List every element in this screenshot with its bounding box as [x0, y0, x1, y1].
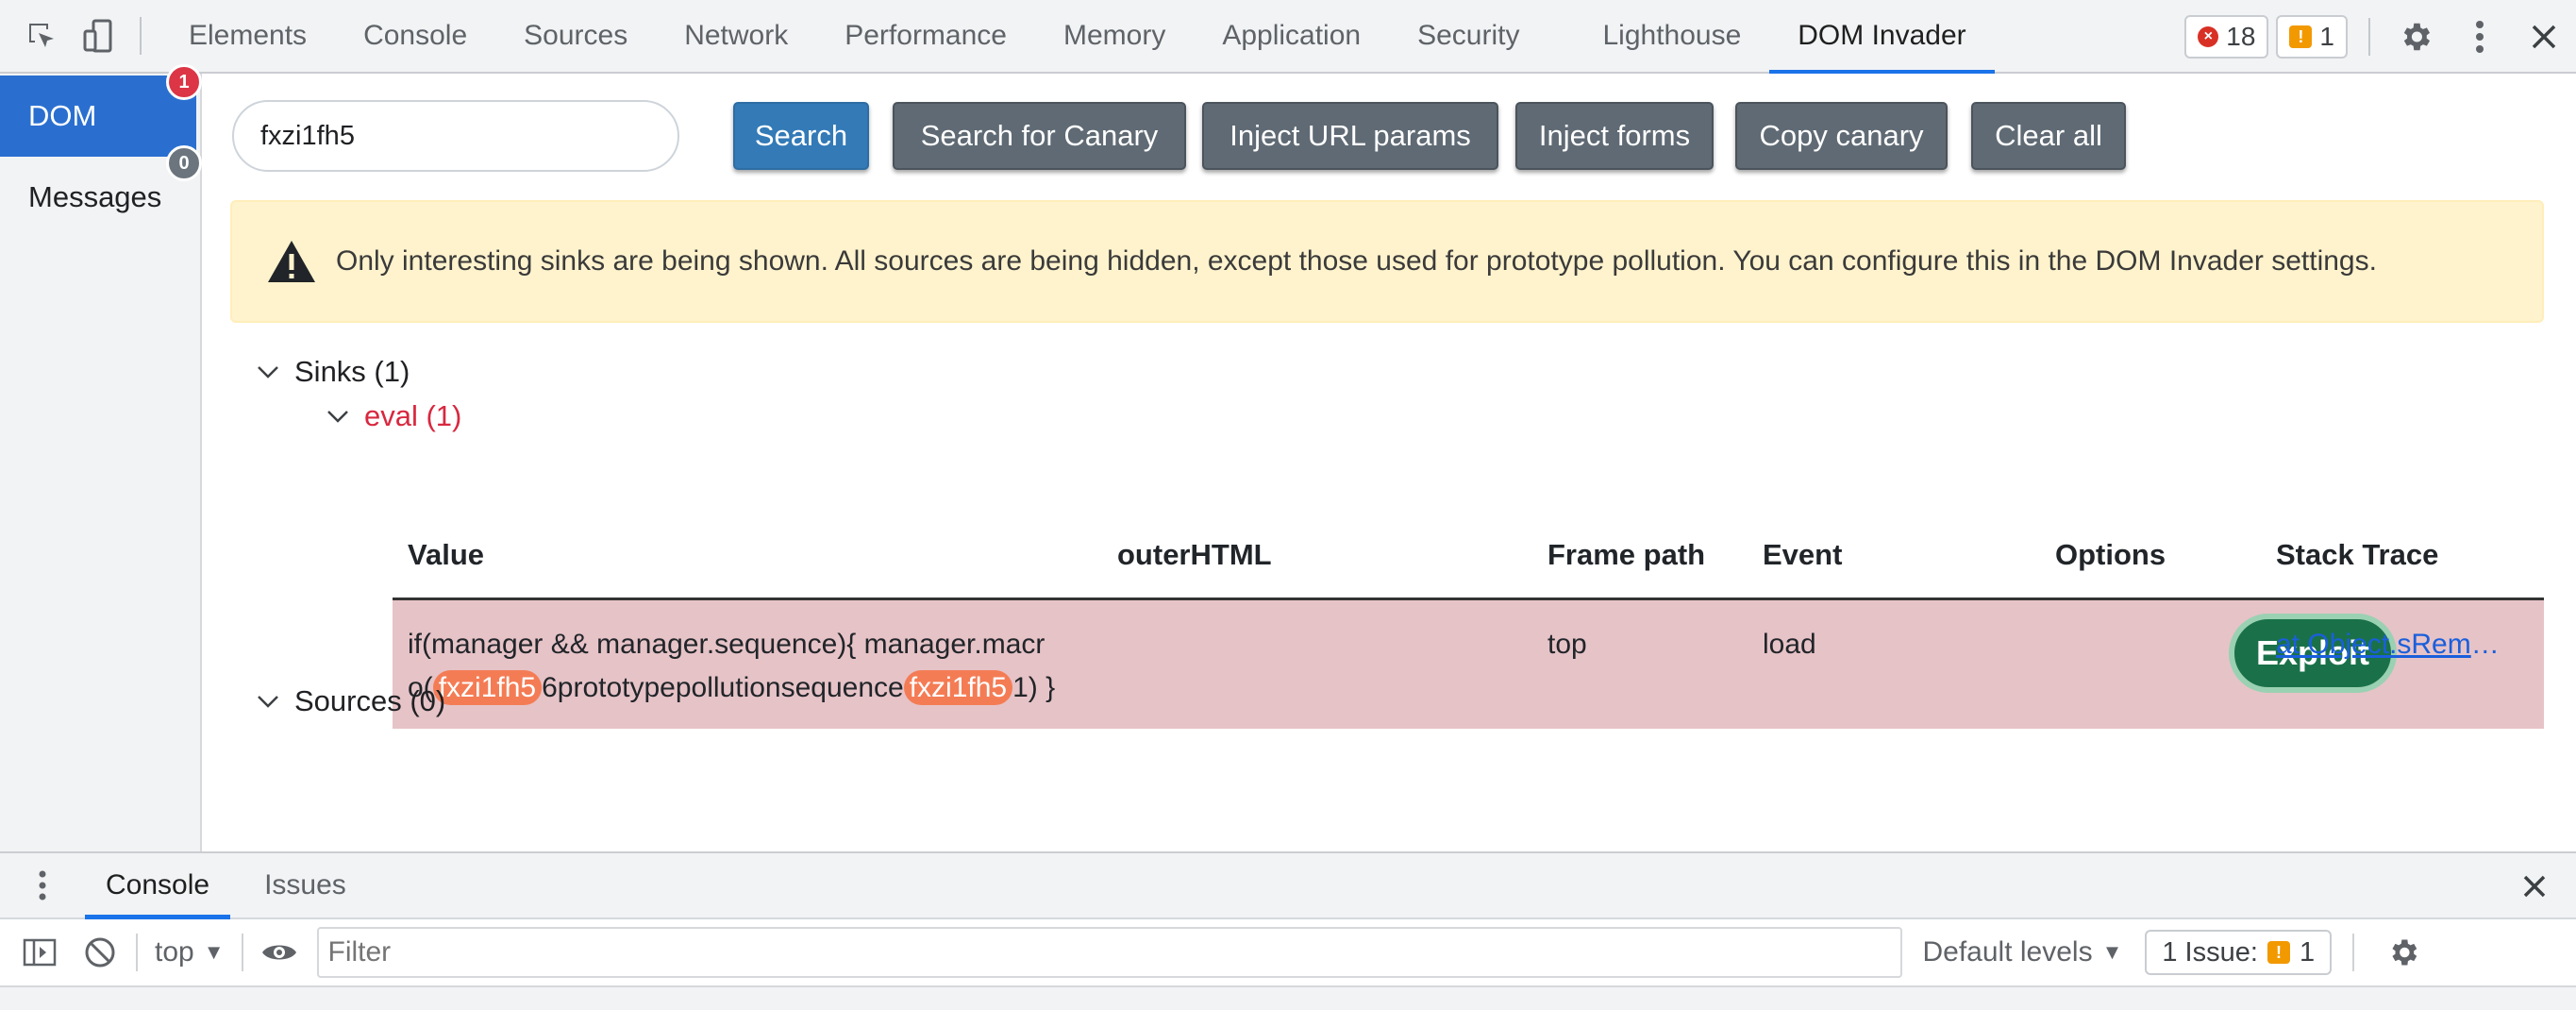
sink-value-line-1: if(manager && manager.sequence){ manager… — [408, 629, 1045, 660]
console-toolbar: top ▼ Default levels ▼ 1 Issue: ! 1 — [0, 919, 2576, 987]
dom-invader-main: Search Search for Canary Inject URL para… — [204, 74, 2576, 851]
log-levels-label: Default levels — [1922, 936, 2093, 968]
status-strip — [0, 987, 2576, 1010]
sidebar-item-messages[interactable]: Messages 0 — [0, 145, 202, 238]
toolbar-divider-right — [2368, 18, 2370, 56]
device-toolbar-icon[interactable] — [70, 0, 126, 73]
sinks-tree-node[interactable]: Sinks (1) — [257, 355, 410, 389]
eval-label: eval (1) — [364, 399, 462, 432]
tab-sources[interactable]: Sources — [495, 0, 656, 73]
issues-counter-button[interactable]: 1 Issue: ! 1 — [2145, 930, 2333, 975]
column-header-value: Value — [408, 538, 484, 571]
chevron-down-icon — [326, 410, 364, 423]
inspect-element-icon[interactable] — [13, 0, 70, 73]
stack-trace-cell: at Object.sRemoveItem — [2276, 623, 2512, 666]
column-header-frame-path: Frame path — [1547, 538, 1706, 571]
search-for-canary-button[interactable]: Search for Canary — [893, 102, 1186, 170]
issues-count: 1 — [2299, 936, 2316, 968]
sinks-label: Sinks (1) — [294, 355, 410, 388]
canary-search-input[interactable] — [232, 100, 679, 172]
close-icon[interactable] — [2512, 0, 2576, 74]
drawer-tab-bar: Console Issues — [0, 851, 2576, 919]
warning-counter[interactable]: ! 1 — [2276, 15, 2348, 59]
copy-canary-button[interactable]: Copy canary — [1735, 102, 1948, 170]
log-levels-dropdown[interactable]: Default levels ▼ — [1923, 936, 2123, 968]
drawer-menu-icon[interactable] — [0, 853, 85, 917]
canary-highlight: fxzi1fh5 — [432, 670, 543, 705]
console-toolbar-divider — [136, 934, 138, 971]
tab-memory[interactable]: Memory — [1035, 0, 1194, 73]
context-select[interactable]: top ▼ — [143, 936, 236, 968]
panel-tabs: Elements Console Sources Network Perform… — [160, 0, 1996, 75]
warning-triangle-icon — [268, 241, 315, 282]
clear-console-icon[interactable] — [70, 918, 130, 986]
messages-count-badge: 0 — [166, 145, 202, 181]
dropdown-arrow-icon: ▼ — [2101, 940, 2123, 964]
issues-label: 1 Issue: — [2162, 936, 2258, 968]
tab-security[interactable]: Security — [1389, 0, 1547, 73]
toolbar-divider — [140, 17, 142, 55]
tab-application[interactable]: Application — [1194, 0, 1389, 73]
dropdown-arrow-icon: ▼ — [203, 940, 225, 964]
sink-value-cell: if(manager && manager.sequence){ manager… — [408, 623, 1055, 710]
console-settings-gear-icon[interactable] — [2373, 918, 2434, 986]
tab-elements[interactable]: Elements — [160, 0, 335, 73]
frame-path-cell: top — [1547, 629, 1587, 660]
column-header-stack-trace: Stack Trace — [2276, 538, 2439, 571]
warning-icon: ! — [2289, 25, 2313, 48]
warning-count: 1 — [2319, 22, 2334, 51]
inject-forms-button[interactable]: Inject forms — [1515, 102, 1714, 170]
tab-dom-invader[interactable]: DOM Invader — [1769, 0, 1996, 75]
dom-count-badge: 1 — [166, 64, 202, 100]
console-toolbar-divider — [241, 934, 243, 971]
toolbar-right: × 18 ! 1 — [2184, 0, 2576, 74]
sidebar-item-dom[interactable]: DOM 1 — [0, 64, 202, 157]
event-cell: load — [1763, 629, 1816, 660]
inject-url-params-button[interactable]: Inject URL params — [1202, 102, 1498, 170]
close-drawer-icon[interactable] — [2506, 853, 2563, 919]
drawer-tab-console[interactable]: Console — [85, 853, 231, 919]
sink-value-line-2: o(fxzi1fh5 6prototypepollutionsequence fxz… — [408, 666, 1055, 710]
sources-label: Sources (0) — [294, 684, 446, 717]
error-counter[interactable]: × 18 — [2184, 15, 2269, 59]
table-header: Value outerHTML Frame path Event Options… — [393, 512, 2544, 600]
sinks-filter-alert: Only interesting sinks are being shown. … — [230, 200, 2544, 323]
value-middle: 6prototypepollutionsequence — [542, 672, 904, 703]
value-suffix: 1) } — [1012, 672, 1056, 703]
warning-icon: ! — [2267, 941, 2290, 964]
devtools-toolbar: Elements Console Sources Network Perform… — [0, 0, 2576, 75]
console-filter-input[interactable] — [316, 927, 1902, 978]
sidebar-item-label: Messages — [28, 180, 162, 213]
column-header-outerhtml: outerHTML — [1117, 538, 1272, 571]
dom-invader-sidebar: DOM 1 Messages 0 — [0, 64, 202, 851]
eye-icon[interactable] — [249, 918, 309, 986]
sinks-table: Value outerHTML Frame path Event Options… — [393, 512, 2544, 729]
kebab-menu-icon[interactable] — [2448, 0, 2512, 74]
context-value: top — [155, 936, 194, 968]
error-icon: × — [2198, 26, 2219, 47]
clear-all-button[interactable]: Clear all — [1971, 102, 2126, 170]
eval-tree-node[interactable]: eval (1) — [326, 399, 461, 433]
column-header-event: Event — [1763, 538, 1843, 571]
drawer-tab-issues[interactable]: Issues — [243, 853, 367, 917]
sidebar-item-label: DOM — [28, 99, 97, 132]
sources-tree-node[interactable]: Sources (0) — [257, 684, 445, 718]
show-sidebar-icon[interactable] — [9, 918, 70, 986]
alert-text: Only interesting sinks are being shown. … — [336, 245, 2377, 277]
chevron-down-icon — [257, 365, 294, 379]
console-toolbar-divider — [2352, 934, 2355, 971]
canary-highlight: fxzi1fh5 — [903, 670, 1013, 705]
search-button[interactable]: Search — [733, 102, 869, 170]
tab-network[interactable]: Network — [656, 0, 816, 73]
stack-trace-link[interactable]: at Object.sRemoveItem — [2276, 623, 2512, 666]
error-count: 18 — [2226, 22, 2256, 51]
tab-performance[interactable]: Performance — [816, 0, 1035, 73]
tab-lighthouse[interactable]: Lighthouse — [1574, 0, 1769, 73]
column-header-options: Options — [2055, 538, 2166, 571]
gear-icon[interactable] — [2384, 0, 2448, 74]
chevron-down-icon — [257, 695, 294, 708]
tab-console[interactable]: Console — [335, 0, 495, 73]
table-row: if(manager && manager.sequence){ manager… — [393, 600, 2544, 729]
